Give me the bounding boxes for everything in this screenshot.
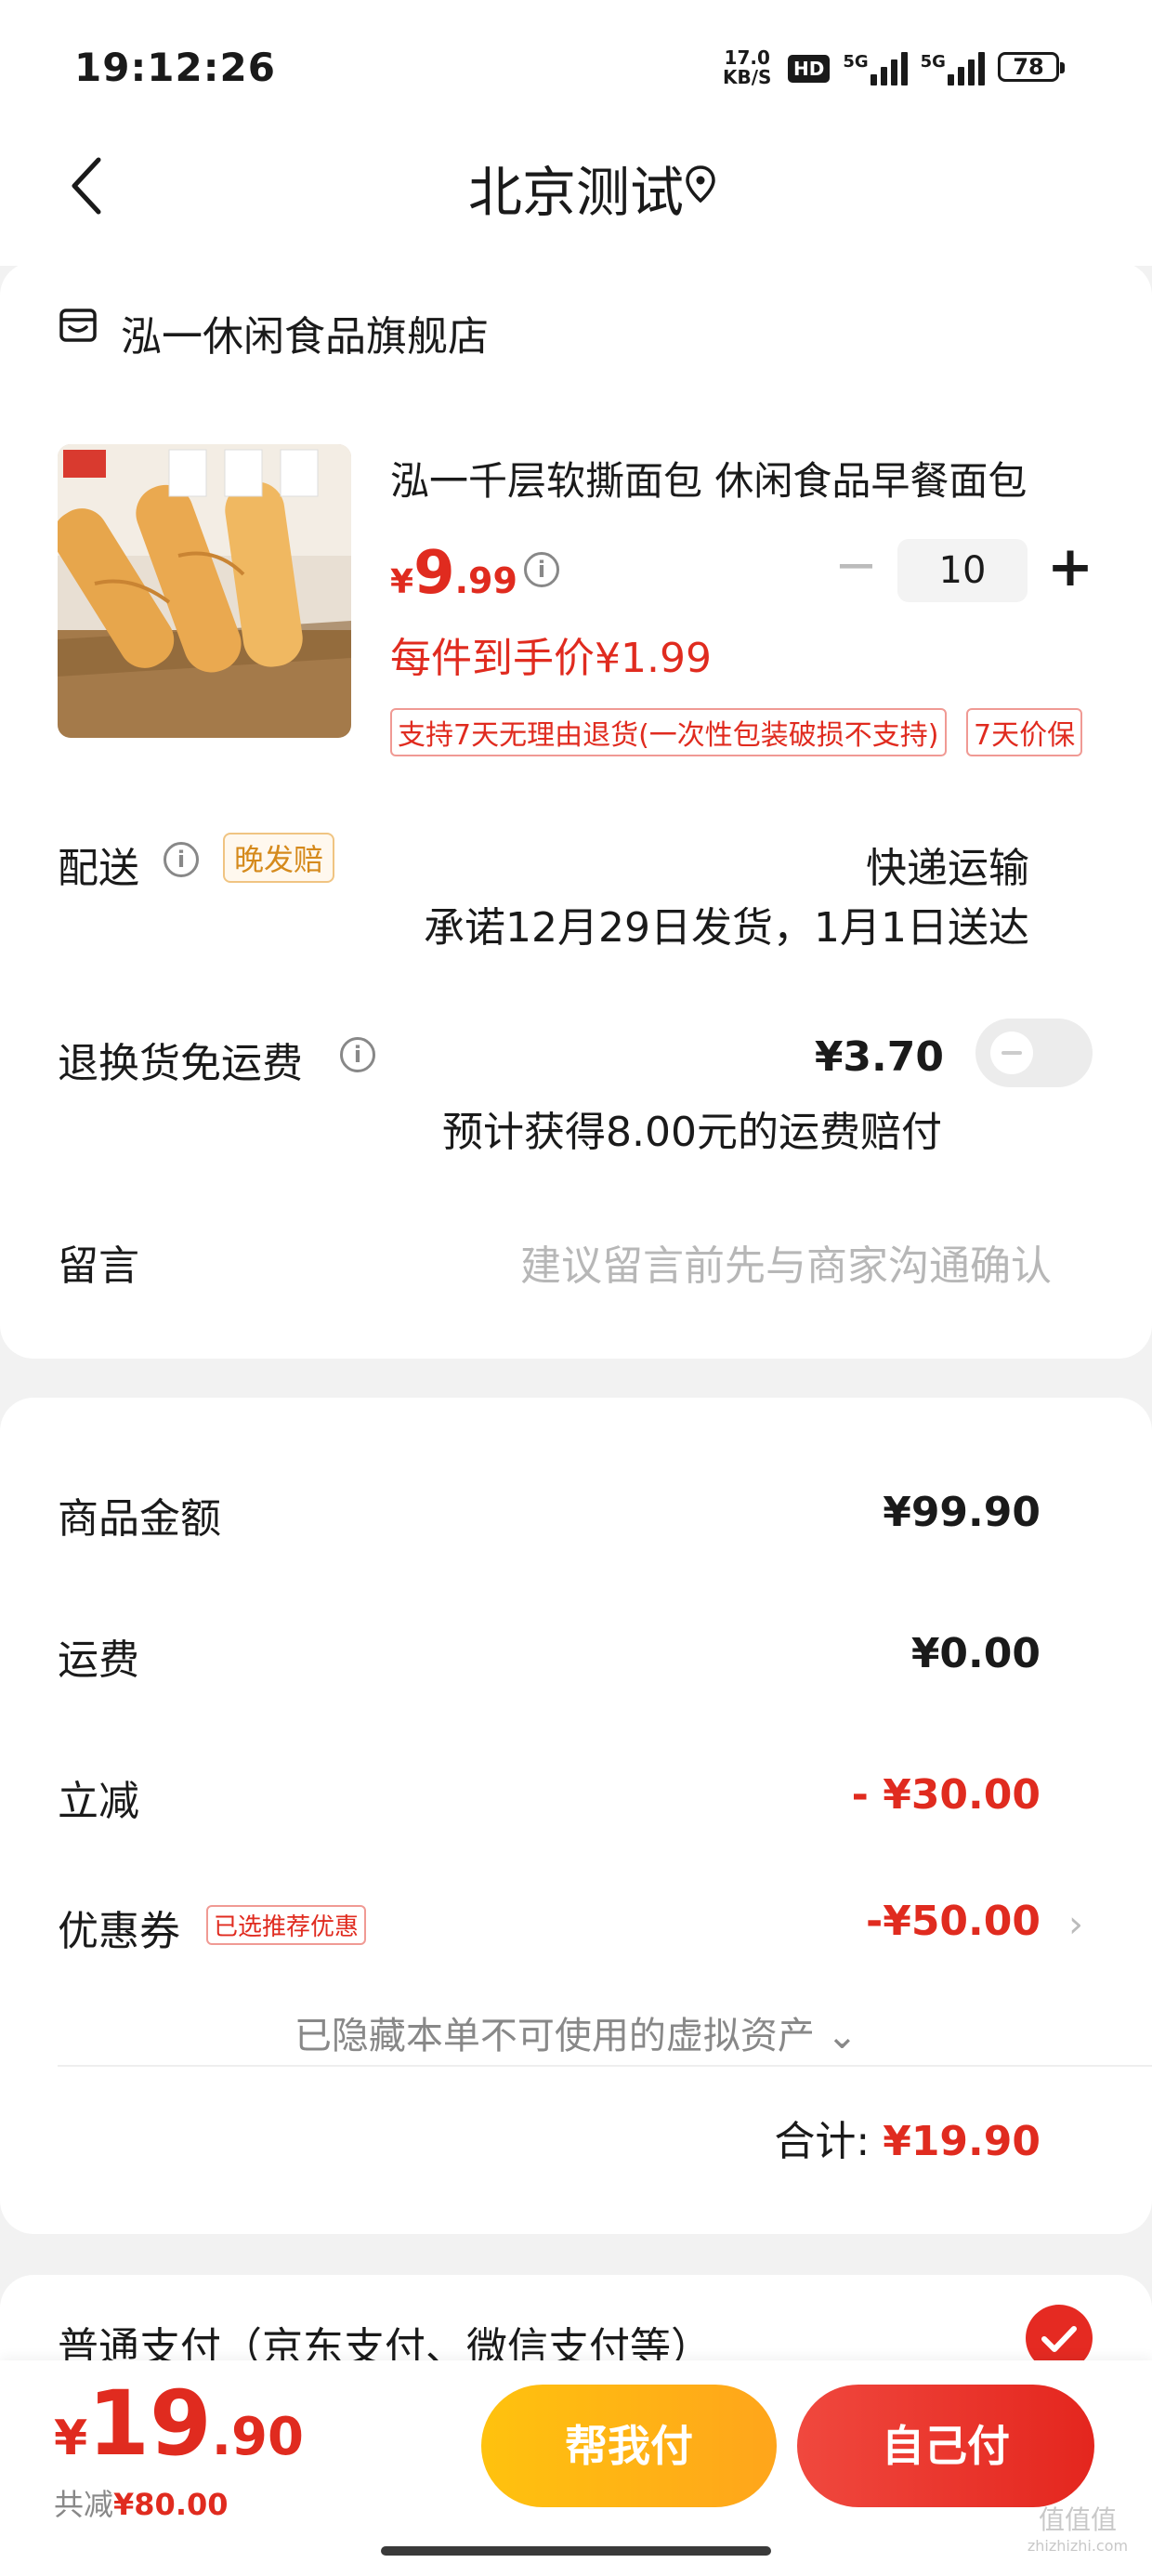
checkout-price: ¥19.90: [54, 2372, 304, 2476]
total-value: ¥19.90: [883, 2118, 1041, 2165]
unit-price: 每件到手价¥1.99: [390, 635, 712, 682]
late-compensation-badge[interactable]: 晚发赔: [223, 833, 335, 883]
watermark-sub: zhizhizhi.com: [1027, 2537, 1129, 2555]
store-icon: [58, 305, 98, 349]
coupon-value[interactable]: -¥50.00: [866, 1898, 1041, 1945]
hd-icon: HD: [788, 55, 831, 83]
delivery-info-icon[interactable]: i: [164, 842, 199, 877]
product-price: ¥9.99: [390, 539, 517, 608]
total-saved: 共减¥80.00: [54, 2481, 229, 2524]
help-pay-button[interactable]: 帮我付: [481, 2385, 777, 2507]
return-policy-tag: 支持7天无理由退货(一次性包装破损不支持): [390, 708, 947, 756]
return-shipping-toggle[interactable]: [975, 1019, 1093, 1087]
shipping-fee-label: 运费: [58, 1636, 139, 1684]
coupon-label[interactable]: 优惠券: [58, 1898, 180, 1957]
goods-amount-value: ¥99.90: [883, 1489, 1041, 1536]
quantity-decrease-button[interactable]: −: [834, 539, 878, 598]
product-title[interactable]: 泓一千层软撕面包 休闲食品早餐面包: [390, 450, 1078, 506]
hidden-assets-toggle[interactable]: 已隐藏本单不可使用的虚拟资产 ⌄: [0, 2005, 1152, 2059]
discount-value: - ¥30.00: [851, 1771, 1041, 1819]
coupon-recommend-tag: 已选推荐优惠: [206, 1905, 367, 1945]
shipping-fee-value: ¥0.00: [910, 1630, 1041, 1677]
message-label: 留言: [58, 1242, 139, 1290]
discount-label: 立减: [58, 1778, 139, 1825]
location-pin-icon[interactable]: [684, 164, 717, 208]
network-type-label-2: 5G: [920, 52, 946, 72]
watermark-text: 值值值: [1038, 2504, 1117, 2535]
order-card: [0, 262, 1152, 1359]
divider: [58, 2065, 1152, 2067]
saved-value: ¥80.00: [113, 2487, 229, 2522]
checkout-currency: ¥: [54, 2411, 88, 2466]
return-shipping-info-icon[interactable]: i: [340, 1037, 375, 1072]
network-speed-value: 17.0: [724, 46, 770, 69]
network-type-label: 5G: [843, 52, 869, 72]
checkout-price-decimal: .90: [211, 2407, 304, 2467]
checkout-price-integer: 19: [87, 2372, 212, 2476]
signal-icon-2: 5G: [921, 52, 985, 85]
store-name[interactable]: 泓一休闲食品旗舰店: [121, 303, 489, 362]
delivery-promise: 承诺12月29日发货，1月1日送达: [424, 904, 1029, 952]
price-decimal: .99: [454, 560, 517, 601]
delivery-method[interactable]: 快递运输: [866, 835, 1029, 894]
price-integer: 9: [413, 539, 455, 608]
return-shipping-price: ¥3.70: [814, 1033, 944, 1081]
price-info-icon[interactable]: i: [524, 552, 559, 587]
quantity-increase-button[interactable]: +: [1044, 533, 1096, 600]
watermark-logo: 值值值 zhizhizhi.com: [1013, 2500, 1143, 2555]
total-row: 合计: ¥19.90: [774, 2108, 1041, 2167]
return-shipping-note: 预计获得8.00元的运费赔付: [442, 1109, 942, 1156]
network-speed-unit: KB/S: [723, 66, 772, 88]
quantity-input[interactable]: 10: [897, 539, 1028, 602]
return-shipping-label: 退换货免运费: [58, 1040, 303, 1087]
status-icons: HD 5G 5G: [788, 52, 985, 85]
network-speed: 17.0 KB/S: [723, 48, 771, 87]
self-pay-button[interactable]: 自己付: [797, 2385, 1094, 2507]
product-image[interactable]: [58, 444, 351, 738]
goods-amount-label: 商品金额: [58, 1495, 221, 1543]
signal-icon: 5G: [843, 52, 908, 85]
delivery-label: 配送: [58, 845, 139, 892]
message-input[interactable]: 建议留言前先与商家沟通确认: [520, 1232, 1052, 1292]
saved-label: 共减: [54, 2487, 114, 2522]
battery-icon: 78: [998, 52, 1065, 82]
price-currency: ¥: [390, 563, 414, 601]
price-protect-tag: 7天价保: [966, 708, 1083, 756]
total-label: 合计:: [774, 2118, 884, 2165]
page-title: 北京测试: [467, 161, 684, 224]
chevron-right-icon[interactable]: ›: [1068, 1903, 1083, 1946]
home-indicator[interactable]: [381, 2546, 771, 2556]
status-time: 19:12:26: [74, 45, 276, 90]
